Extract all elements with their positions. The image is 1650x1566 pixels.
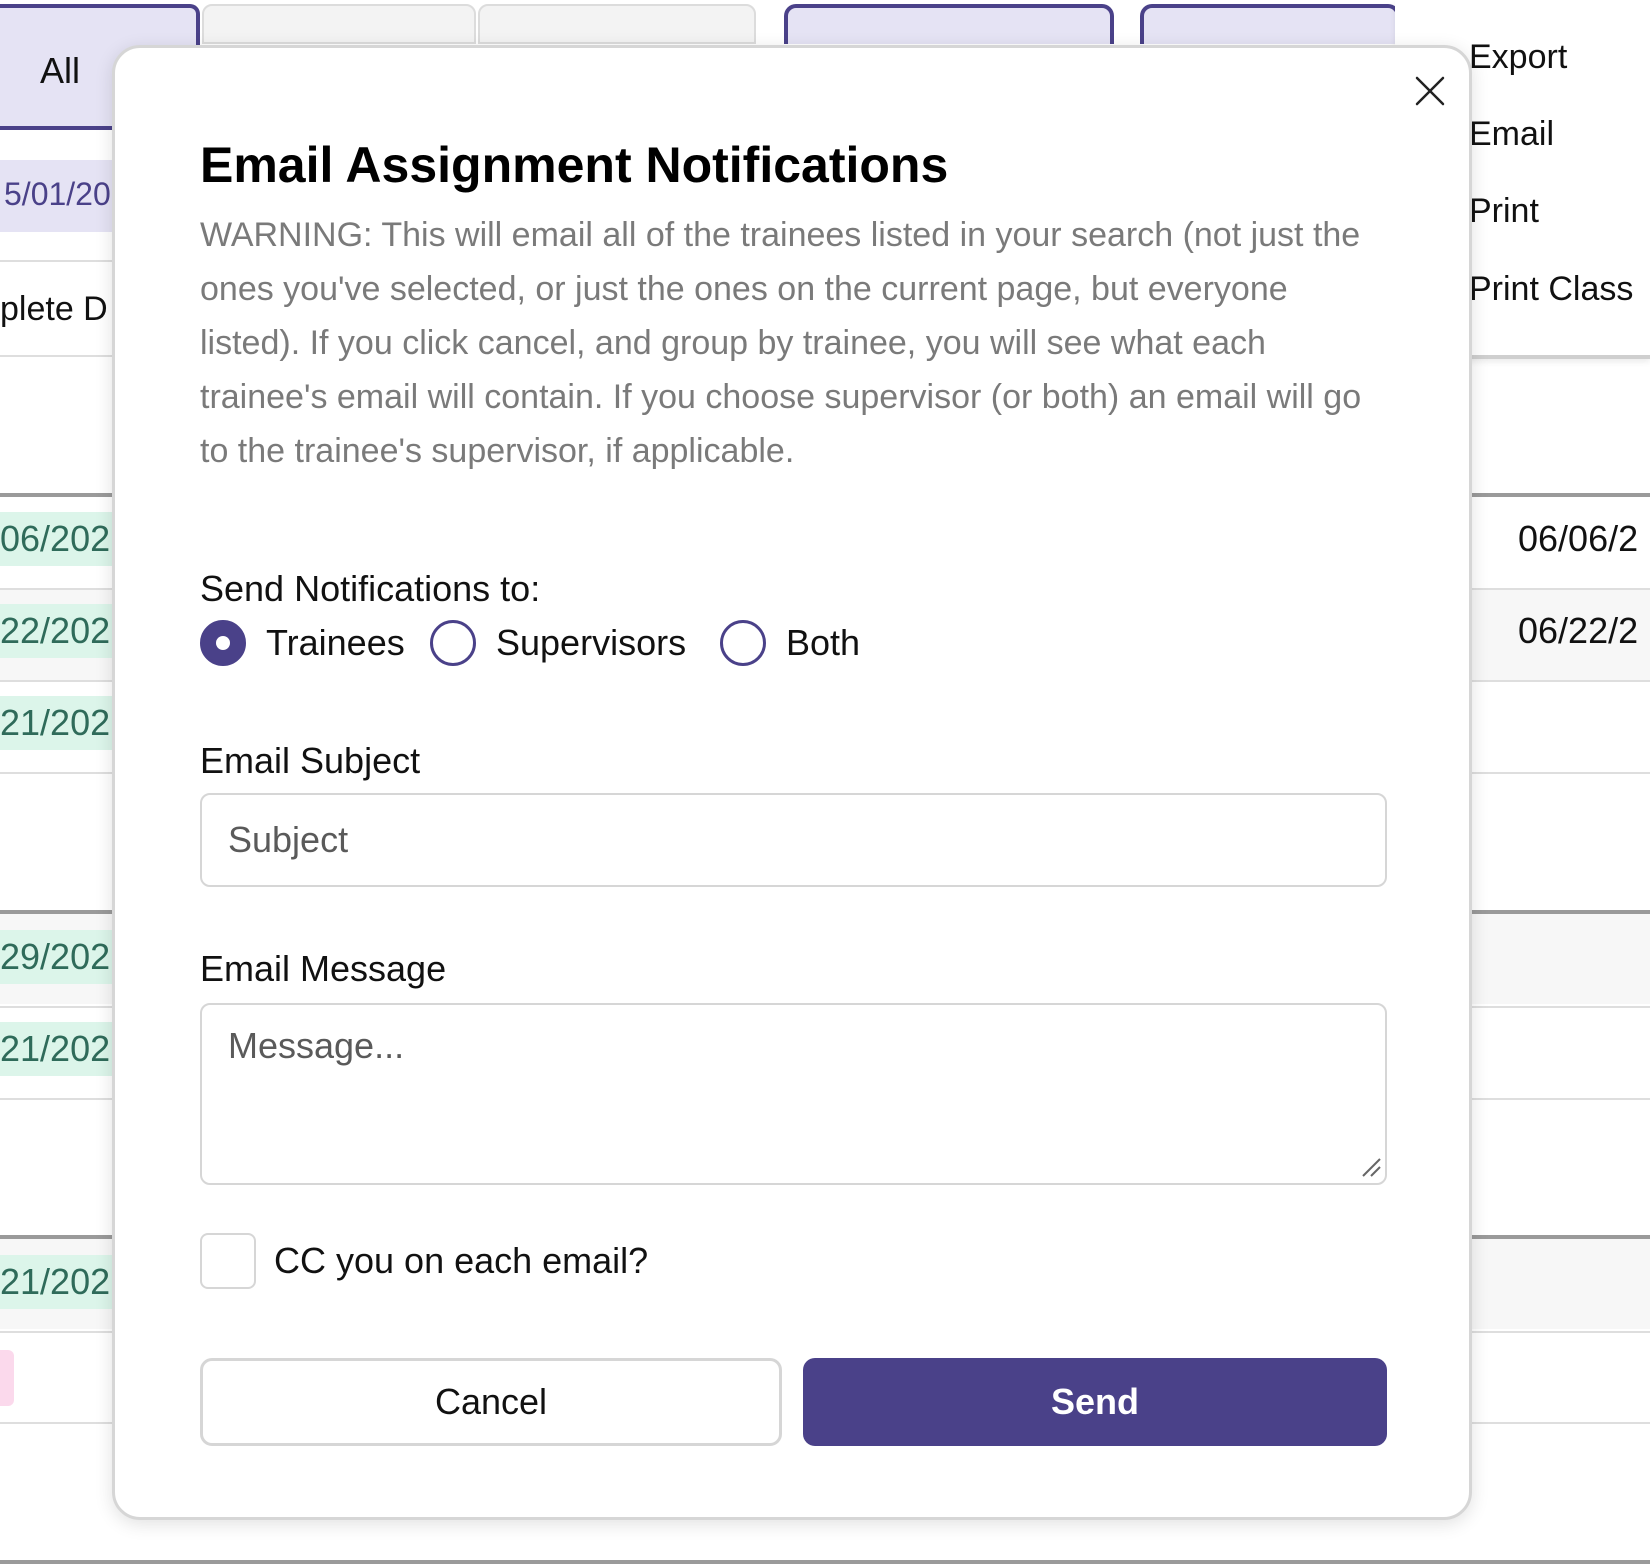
date-cell: 29/202 — [0, 930, 125, 984]
email-message-label: Email Message — [200, 948, 447, 989]
email-notifications-modal: Email Assignment Notifications WARNING: … — [112, 45, 1472, 1520]
radio-supervisors[interactable]: Supervisors — [430, 618, 686, 668]
radio-both[interactable]: Both — [720, 618, 860, 668]
email-subject-input[interactable] — [200, 793, 1387, 887]
tab-hidden-2[interactable] — [478, 4, 756, 44]
column-header-complete-date: plete D — [0, 290, 108, 328]
tab-hidden-1[interactable] — [202, 4, 476, 44]
cc-checkbox[interactable] — [200, 1233, 256, 1289]
radio-unchecked-icon — [720, 620, 766, 666]
date-cell: 06/202 — [0, 512, 125, 566]
menu-item-export[interactable]: Export — [1469, 38, 1567, 77]
date-cell-text: 21/202 — [0, 1028, 111, 1069]
date-filter-highlight[interactable]: 5/01/20 — [0, 160, 130, 232]
close-button[interactable] — [1412, 73, 1448, 109]
radio-trainees[interactable]: Trainees — [200, 618, 405, 668]
date-cell-text: 06/202 — [0, 518, 111, 559]
menu-item-print-class[interactable]: Print Class — [1469, 270, 1633, 309]
radio-both-label: Both — [786, 622, 861, 663]
date-cell: 21/202 — [0, 696, 125, 750]
resize-grip-icon[interactable] — [1360, 1156, 1382, 1178]
send-button[interactable]: Send — [803, 1358, 1387, 1446]
close-icon — [1415, 76, 1445, 106]
date-cell: 21/202 — [0, 1022, 125, 1076]
tab-all-label: All — [40, 50, 81, 91]
date-cell-text: 21/202 — [0, 702, 111, 743]
menu-item-print[interactable]: Print — [1469, 192, 1539, 231]
status-badge — [0, 1350, 14, 1406]
radio-checked-icon — [200, 620, 246, 666]
email-message-textarea[interactable] — [200, 1003, 1387, 1185]
cc-option-row: CC you on each email? — [200, 1233, 648, 1289]
date-cell-text: 29/202 — [0, 936, 111, 977]
date-cell: 22/202 — [0, 604, 125, 658]
date-cell-text: 22/202 — [0, 610, 111, 651]
radio-trainees-label: Trainees — [266, 622, 405, 663]
email-subject-label: Email Subject — [200, 740, 421, 781]
menu-item-email[interactable]: Email — [1469, 115, 1554, 154]
cancel-button[interactable]: Cancel — [200, 1358, 782, 1446]
send-to-label: Send Notifications to: — [200, 568, 541, 609]
group-divider — [0, 1560, 1650, 1564]
date-cell: 21/202 — [0, 1255, 125, 1309]
date-cell-right: 06/06/2 — [1518, 518, 1639, 559]
cc-label: CC you on each email? — [274, 1240, 649, 1281]
toolbar-button-hidden-2[interactable] — [1140, 4, 1400, 44]
warning-text: WARNING: This will email all of the trai… — [200, 216, 1362, 470]
date-filter-value: 5/01/20 — [4, 176, 111, 212]
toolbar-button-hidden-1[interactable] — [784, 4, 1114, 44]
radio-supervisors-label: Supervisors — [496, 622, 687, 663]
radio-unchecked-icon — [430, 620, 476, 666]
date-cell-text: 21/202 — [0, 1261, 111, 1302]
modal-title: Email Assignment Notifications — [200, 137, 949, 193]
date-cell-right: 06/22/2 — [1518, 610, 1639, 651]
